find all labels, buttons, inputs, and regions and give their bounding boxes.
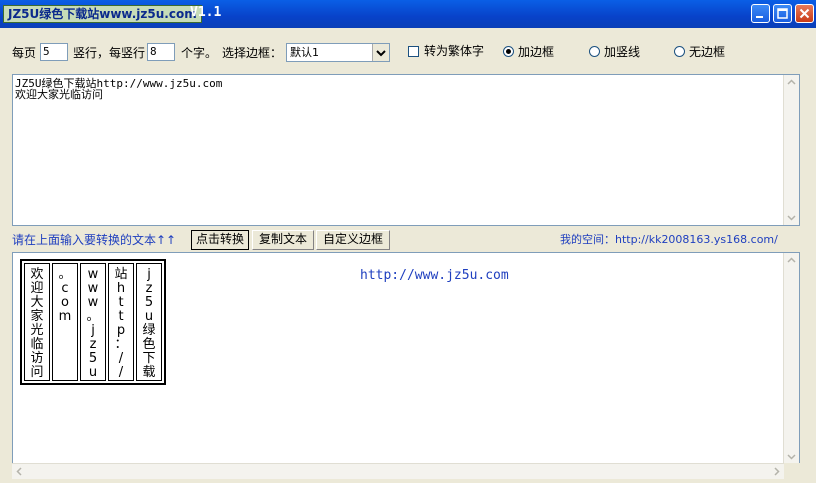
column-char: /	[118, 351, 124, 366]
minimize-icon	[752, 5, 769, 22]
column-char: 访	[30, 351, 44, 366]
column-char: o	[61, 295, 69, 310]
column-char: 临	[30, 337, 44, 352]
close-button[interactable]	[795, 4, 814, 23]
column-char: 色	[142, 337, 156, 352]
per-page-input[interactable]: 5	[40, 43, 68, 61]
traditional-label: 转为繁体字	[424, 44, 485, 58]
text-column: 站 h t t p： / /	[108, 263, 134, 381]
border-select-label: 选择边框：	[222, 46, 283, 60]
output-scrollbar[interactable]	[783, 253, 799, 464]
column-char: w	[87, 281, 99, 296]
column-char: m	[58, 309, 72, 324]
border-select-value: 默认1	[290, 46, 319, 59]
column-char: 大	[30, 295, 44, 310]
column-char: 下	[142, 351, 156, 366]
maximize-button[interactable]	[773, 4, 792, 23]
vertical-text-table: 欢迎大家光临访问。 c o m w w w。 j z 5 u 站 h t t p： / / j z 5 u 绿色下载	[20, 259, 166, 385]
radio-add-vline[interactable]	[589, 46, 600, 57]
maximize-icon	[774, 5, 791, 22]
output-url: http://www.jz5u.com	[360, 268, 509, 283]
text-column: 欢迎大家光临访问	[24, 263, 50, 381]
copy-text-button[interactable]: 复制文本	[252, 230, 314, 250]
column-char: 载	[142, 365, 156, 380]
column-char: u	[144, 309, 154, 324]
radio-no-border[interactable]	[674, 46, 685, 57]
scroll-up-icon[interactable]	[784, 253, 799, 268]
text-column: 。 c o m	[52, 263, 78, 381]
column-char: w	[87, 295, 99, 310]
column-char: 家	[30, 309, 44, 324]
input-hint: 请在上面输入要转换的文本↑↑	[12, 233, 177, 247]
column-char: 。	[58, 267, 72, 282]
scroll-down-icon[interactable]	[784, 449, 799, 464]
per-page-label: 每页	[12, 46, 37, 60]
close-icon	[796, 5, 813, 22]
column-char: z	[89, 337, 97, 352]
radio-add-vline-label: 加竖线	[604, 45, 641, 59]
custom-border-button[interactable]: 自定义边框	[316, 230, 390, 250]
column-char: w	[87, 267, 99, 282]
scroll-right-icon[interactable]	[769, 464, 784, 479]
window-version: V1.1	[190, 5, 222, 20]
column-char: /	[118, 365, 124, 380]
input-text: JZ5U绿色下载站http://www.jz5u.com 欢迎大家光临访问	[15, 77, 223, 101]
column-char: 5	[88, 351, 98, 366]
column-char: c	[61, 281, 69, 296]
column-char: ：	[114, 337, 128, 352]
radio-add-border[interactable]	[503, 46, 514, 57]
text-column: jz5u绿色下载	[136, 263, 162, 381]
per-column-input[interactable]: 8	[147, 43, 175, 61]
column-char: 站	[114, 267, 128, 282]
column-char: p	[116, 323, 126, 338]
radio-add-border-label: 加边框	[518, 45, 555, 59]
traditional-checkbox[interactable]	[408, 46, 419, 57]
column-char: j	[91, 323, 95, 338]
output-horizontal-scrollbar[interactable]	[12, 463, 784, 479]
column-char: t	[118, 309, 124, 324]
options-toolbar: 每页 5 竖行，每竖行 8 个字。 选择边框： 默认1 转为繁体字 加边框 加竖…	[0, 28, 816, 74]
convert-button[interactable]: 点击转换	[191, 230, 249, 250]
minimize-button[interactable]	[751, 4, 770, 23]
title-bar: JZ5U绿色下载站www.jz5u.com V1.1	[0, 0, 816, 28]
column-char: h	[116, 281, 126, 296]
size-grip	[784, 463, 800, 479]
column-char: 欢	[30, 267, 44, 282]
scroll-up-icon[interactable]	[784, 75, 799, 90]
text-column: w w w。 j z 5 u	[80, 263, 106, 381]
column-char: 问	[30, 365, 44, 380]
chevron-down-icon[interactable]	[372, 44, 389, 61]
columns-label: 竖行，每竖行	[73, 46, 146, 60]
column-char: z	[145, 281, 153, 296]
column-char: 。	[86, 309, 100, 324]
radio-no-border-label: 无边框	[689, 45, 726, 59]
column-char: u	[88, 365, 98, 380]
column-char: 光	[30, 323, 44, 338]
input-textarea[interactable]: JZ5U绿色下载站http://www.jz5u.com 欢迎大家光临访问	[12, 74, 800, 226]
column-char: 5	[144, 295, 154, 310]
column-char: 迎	[30, 281, 44, 296]
window-title: JZ5U绿色下载站www.jz5u.com	[3, 5, 202, 23]
border-select[interactable]: 默认1	[286, 43, 390, 62]
column-char: 绿	[142, 323, 156, 338]
column-char: t	[118, 295, 124, 310]
column-char: j	[147, 267, 151, 282]
chars-label: 个字。	[181, 46, 218, 60]
input-scrollbar[interactable]	[783, 75, 799, 225]
my-space-link[interactable]: 我的空间：http://kk2008163.ys168.com/	[560, 233, 778, 247]
action-bar: 请在上面输入要转换的文本↑↑ 点击转换 复制文本 自定义边框 我的空间：http…	[0, 228, 816, 250]
scroll-down-icon[interactable]	[784, 210, 799, 225]
scroll-left-icon[interactable]	[12, 464, 27, 479]
